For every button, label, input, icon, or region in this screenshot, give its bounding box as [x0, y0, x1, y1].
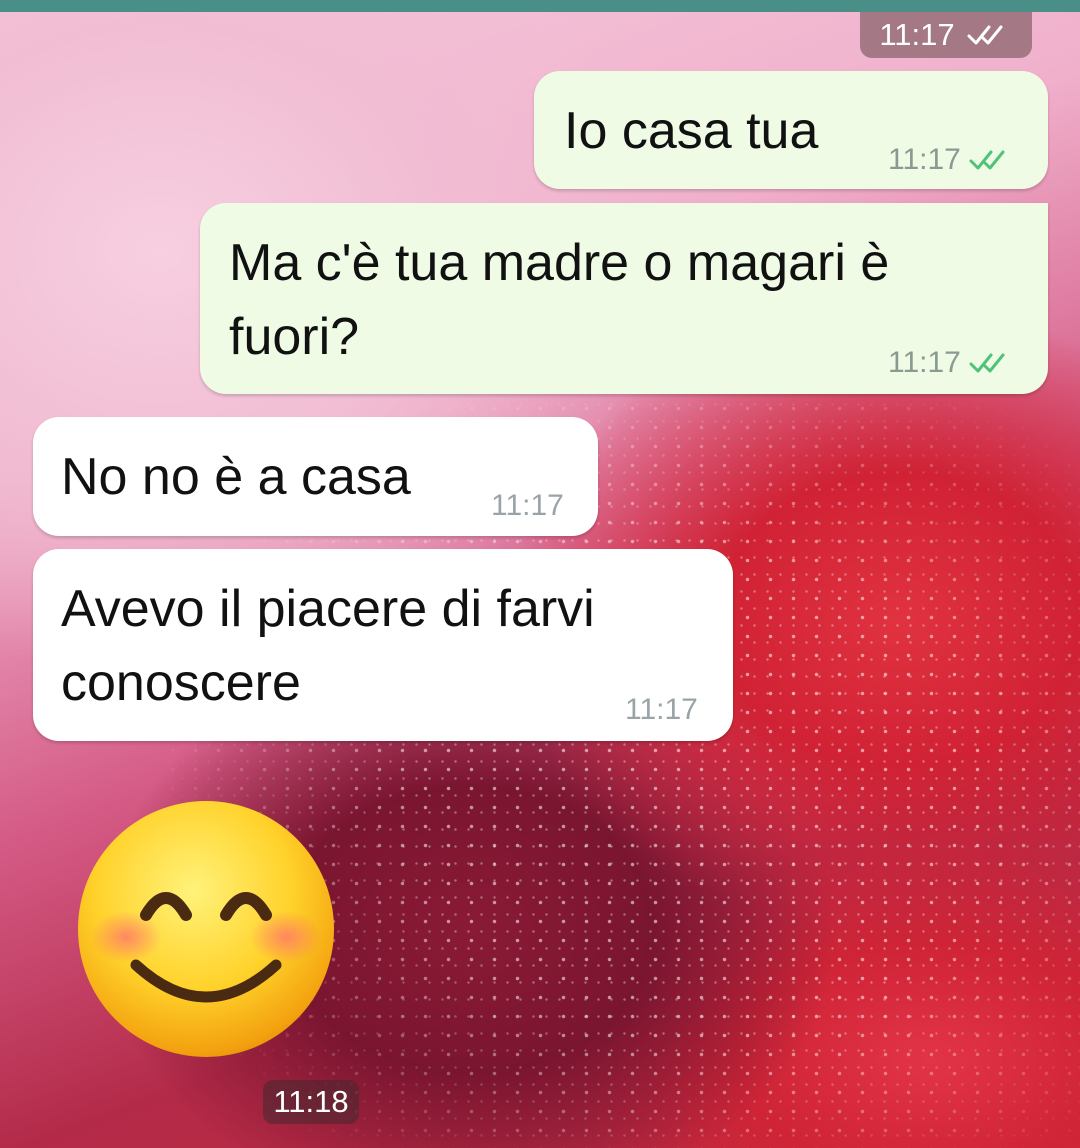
- smiling-face-with-smiling-eyes-icon[interactable]: [74, 797, 338, 1061]
- message-time: 11:17: [625, 693, 698, 726]
- message-text-line: conoscere: [61, 654, 301, 712]
- floating-time-chip: 11:17: [860, 12, 1032, 58]
- message-bubble-incoming[interactable]: Avevo il piacere di farvi conoscere 11:1…: [33, 549, 733, 741]
- message-meta: 11:17: [888, 143, 1015, 177]
- message-text: No no è a casa: [61, 448, 411, 506]
- message-bubble-outgoing[interactable]: Io casa tua 11:17: [534, 71, 1048, 189]
- message-time: 11:17: [888, 346, 961, 379]
- double-check-icon: [969, 148, 1015, 172]
- message-meta: 11:17: [625, 693, 698, 727]
- message-meta: 11:17: [491, 489, 564, 523]
- message-text: Io casa tua: [564, 102, 819, 160]
- message-meta: 11:17: [888, 346, 1015, 380]
- message-bubble-outgoing[interactable]: Ma c'è tua madre o magari è fuori? 11:17: [200, 203, 1048, 394]
- message-text-line: Ma c'è tua madre o magari è: [229, 234, 890, 292]
- double-check-icon: [969, 351, 1015, 375]
- message-bubble-incoming[interactable]: No no è a casa 11:17: [33, 417, 598, 536]
- message-time: 11:17: [491, 489, 564, 522]
- message-time: 11:17: [888, 143, 961, 176]
- sticker-time: 11:18: [263, 1080, 359, 1124]
- double-check-icon: [967, 23, 1013, 47]
- sticker-time-label: 11:18: [273, 1084, 349, 1119]
- message-text-line: Avevo il piacere di farvi: [61, 580, 595, 638]
- floating-time-label: 11:17: [879, 17, 955, 52]
- top-bar-strip: [0, 0, 1080, 12]
- message-text-line: fuori?: [229, 308, 360, 366]
